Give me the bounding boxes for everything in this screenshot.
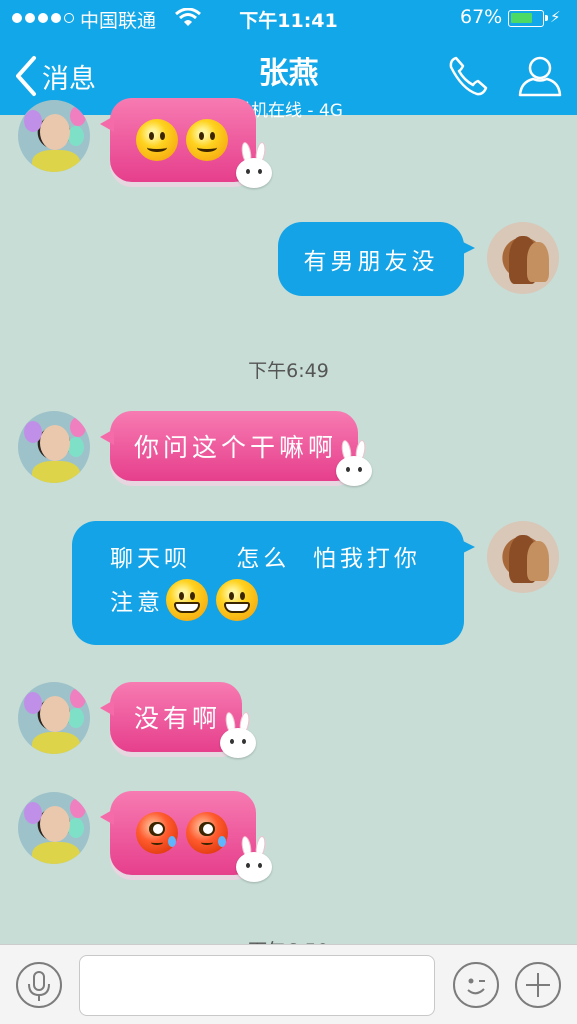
battery-percent: 67% (460, 6, 503, 28)
contact-avatar[interactable] (18, 411, 90, 483)
message-text-line-2: 注意 (110, 590, 164, 616)
contact-avatar[interactable] (18, 792, 90, 864)
charging-icon: ⚡ (550, 8, 561, 26)
contact-avatar[interactable] (18, 682, 90, 754)
message-text: 你问这个干嘛啊 (134, 433, 338, 462)
voice-button[interactable] (16, 962, 62, 1008)
message-input[interactable] (79, 955, 435, 1016)
online-status: 手机在线 - 4G (234, 101, 343, 121)
microphone-icon (28, 971, 50, 1001)
wink-emoji-icon (467, 978, 485, 995)
smile-emoji-icon (136, 119, 178, 161)
smile-emoji-icon (186, 119, 228, 161)
bunny-sticker-icon (234, 141, 274, 192)
more-options-button[interactable] (515, 962, 561, 1008)
my-avatar[interactable] (487, 521, 559, 593)
bunny-sticker-icon (334, 439, 374, 490)
battery-icon (508, 10, 548, 27)
contact-name: 张燕 (258, 56, 319, 91)
grin-emoji-icon (216, 579, 258, 621)
message-text: 没有啊 (134, 704, 222, 733)
message-bubble-received[interactable]: 你问这个干嘛啊 (100, 411, 358, 481)
phone-icon[interactable] (446, 54, 490, 98)
grin-emoji-icon (166, 579, 208, 621)
contact-avatar[interactable] (18, 100, 90, 172)
plus-icon (526, 973, 550, 997)
timestamp: 下午6:49 (248, 360, 329, 382)
message-bubble-sent[interactable]: 有男朋友没 (278, 222, 475, 296)
my-avatar[interactable] (487, 222, 559, 294)
emoji-button[interactable] (453, 962, 499, 1008)
bunny-sticker-icon (234, 835, 274, 886)
bunny-sticker-icon (218, 711, 258, 762)
message-text-line-1: 聊天呗 怎么 怕我打你 (110, 546, 421, 572)
input-bar (0, 944, 577, 1024)
chat-title-area: 张燕 手机在线 - 4G (0, 48, 577, 121)
message-bubble-sent[interactable]: 聊天呗 怎么 怕我打你 注意 (72, 521, 475, 645)
sweat-emoji-icon (136, 812, 178, 854)
sweat-emoji-icon (186, 812, 228, 854)
status-bar: 中国联通 下午11:41 67% ⚡ (0, 6, 577, 32)
navigation-bar: 中国联通 下午11:41 67% ⚡ 消息 张燕 手机在线 - 4G (0, 0, 577, 121)
message-text: 有男朋友没 (303, 249, 439, 275)
profile-icon[interactable] (517, 53, 563, 99)
